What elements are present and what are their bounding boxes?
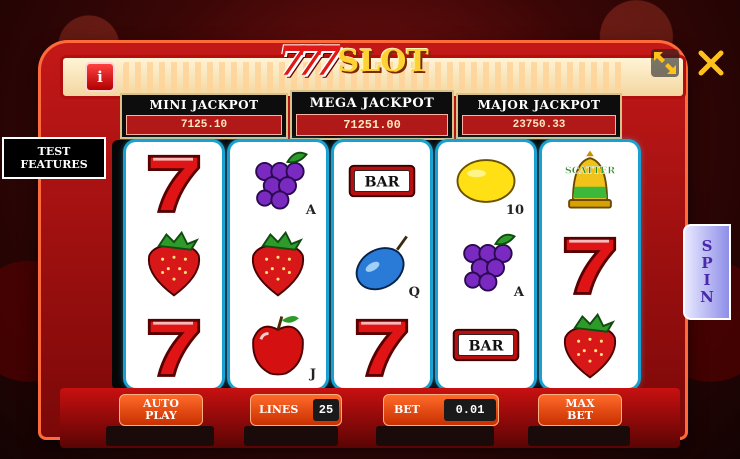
- svg-text:BAR: BAR: [469, 339, 504, 355]
- bar-icon: BAR: [448, 307, 524, 387]
- reel-4: 10 A BAR: [438, 142, 534, 388]
- bet-value: 0.01: [444, 399, 496, 421]
- reel-symbol: SCATTER: [542, 142, 638, 224]
- test-features-line1: TEST: [37, 145, 71, 158]
- fullscreen-icon[interactable]: [648, 46, 682, 80]
- mini-jackpot-value: 7125.10: [126, 115, 282, 135]
- reel-3: BAR Q: [334, 142, 430, 388]
- mega-jackpot: MEGA JACKPOT 71251.00: [290, 90, 454, 140]
- apple-icon: [240, 307, 316, 387]
- strawberry-icon: [136, 225, 212, 305]
- seven-icon: [344, 307, 420, 387]
- mega-jackpot-title: MEGA JACKPOT: [309, 95, 435, 111]
- bet-button[interactable]: BET 0.01: [383, 394, 499, 426]
- symbol-card-value: J: [309, 367, 316, 382]
- scatter-bell-icon: SCATTER: [552, 143, 628, 223]
- mega-jackpot-value: 71251.00: [296, 114, 448, 136]
- max-bet-line2: BET: [567, 409, 593, 422]
- symbol-card-value: Q: [408, 285, 420, 300]
- symbol-card-value: 10: [505, 203, 524, 218]
- reel-symbol: [542, 306, 638, 388]
- test-features-button[interactable]: TEST FEATURES: [2, 137, 106, 179]
- svg-text:SCATTER: SCATTER: [565, 165, 615, 176]
- expand-arrows-icon: [651, 49, 679, 77]
- strawberry-icon: [552, 307, 628, 387]
- bar-icon: BAR: [344, 143, 420, 223]
- spin-letter: I: [703, 271, 711, 289]
- reel-symbol: BAR: [334, 142, 430, 224]
- max-bet-button[interactable]: MAX BET: [538, 394, 622, 426]
- lines-label: LINES: [259, 403, 299, 416]
- reel-symbol: Q: [334, 224, 430, 306]
- mini-jackpot: MINI JACKPOT 7125.10: [120, 93, 288, 139]
- reel-1: [126, 142, 222, 388]
- seven-icon: [136, 143, 212, 223]
- logo-sevens: 777: [278, 37, 341, 85]
- seven-icon: [136, 307, 212, 387]
- reel-symbol: A: [438, 224, 534, 306]
- reel-symbol: 10: [438, 142, 534, 224]
- reel-symbol: J: [230, 306, 326, 388]
- major-jackpot: MAJOR JACKPOT 23750.33: [456, 93, 622, 139]
- bet-label: BET: [394, 403, 420, 416]
- strawberry-icon: [240, 225, 316, 305]
- control-base: [106, 426, 214, 446]
- major-jackpot-title: MAJOR JACKPOT: [477, 98, 601, 112]
- logo-word: SLOT: [337, 43, 429, 79]
- info-button[interactable]: i: [85, 62, 115, 92]
- lines-button[interactable]: LINES 25: [250, 394, 342, 426]
- reel-symbol: [126, 142, 222, 224]
- lines-value: 25: [313, 399, 339, 421]
- major-jackpot-value: 23750.33: [462, 115, 616, 135]
- auto-play-button[interactable]: AUTO PLAY: [119, 394, 203, 426]
- control-base: [528, 426, 630, 446]
- reel-symbol: [126, 306, 222, 388]
- close-x-icon: [698, 50, 724, 76]
- reel-5: SCATTER: [542, 142, 638, 388]
- reel-symbol: [542, 224, 638, 306]
- grapes-icon: [240, 143, 316, 223]
- reel-symbol: [334, 306, 430, 388]
- test-features-line2: FEATURES: [20, 158, 88, 171]
- grapes-icon: [448, 225, 524, 305]
- spin-letter: S: [701, 237, 713, 255]
- control-base: [376, 426, 494, 446]
- close-icon[interactable]: [694, 46, 728, 80]
- reel-2: AJ: [230, 142, 326, 388]
- game-logo: 777 SLOT: [278, 36, 468, 86]
- reel-symbol: A: [230, 142, 326, 224]
- spin-letter: N: [700, 288, 714, 306]
- spin-button[interactable]: S P I N: [683, 224, 731, 320]
- reel-symbol: [126, 224, 222, 306]
- reel-symbol: BAR: [438, 306, 534, 388]
- symbol-card-value: A: [513, 285, 524, 300]
- svg-text:BAR: BAR: [365, 175, 400, 191]
- control-base: [244, 426, 338, 446]
- auto-play-line2: PLAY: [145, 409, 177, 422]
- symbol-card-value: A: [305, 203, 316, 218]
- mini-jackpot-title: MINI JACKPOT: [149, 98, 259, 112]
- spin-letter: P: [701, 254, 713, 272]
- seven-icon: [552, 225, 628, 305]
- reel-symbol: [230, 224, 326, 306]
